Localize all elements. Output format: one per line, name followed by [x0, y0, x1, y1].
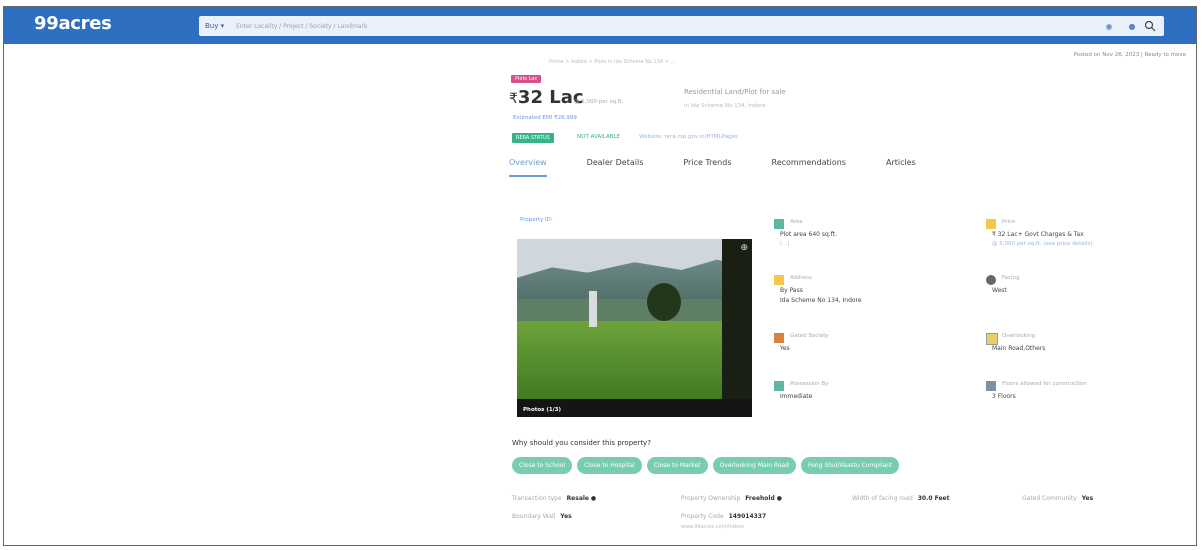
property-id: Property ID:: [520, 217, 553, 223]
info-icon[interactable]: ●: [777, 495, 782, 502]
floors-icon: [986, 381, 996, 391]
property-photo[interactable]: ⊕ Photos (1/3): [517, 239, 752, 417]
tab-articles[interactable]: Articles: [886, 155, 916, 177]
rera-not-available: NOT AVAILABLE: [577, 134, 621, 140]
breadcrumb[interactable]: Home > Indore > Plots in Ida Scheme No 1…: [549, 59, 675, 65]
site-logo[interactable]: 99acres: [34, 13, 112, 34]
buy-dropdown[interactable]: Buy ▾: [205, 22, 224, 30]
pill-close-to-hospital[interactable]: Close to Hospital: [577, 457, 642, 474]
zoom-icon[interactable]: ⊕: [740, 243, 748, 253]
fact-label: Area: [790, 219, 803, 225]
estimated-emi[interactable]: Estimated EMI ₹26,999: [513, 115, 577, 121]
pill-close-to-market[interactable]: Close to Market: [646, 457, 708, 474]
rupee-icon: ₹: [509, 91, 518, 107]
area-icon: [774, 219, 784, 229]
fact-value: 3 Floors: [992, 393, 1016, 400]
property-type: Residential Land/Plot for sale: [684, 88, 786, 96]
photo-count[interactable]: Photos (1/3): [523, 407, 561, 413]
fact-label: Address: [790, 275, 812, 281]
tab-recommendations[interactable]: Recommendations: [772, 155, 846, 177]
info-icon[interactable]: ●: [591, 495, 596, 502]
fact-label: Possession By: [790, 381, 829, 387]
fact-value: Yes: [780, 345, 790, 352]
fact-more[interactable]: (...): [780, 241, 790, 247]
property-ownership: Property Ownership Freehold ●: [681, 495, 782, 502]
rera-status-badge[interactable]: RERA STATUS: [512, 133, 554, 143]
posted-date: Posted on Nov 26, 2023 | Ready to move: [1073, 52, 1186, 58]
tab-bar: Overview Dealer Details Price Trends Rec…: [509, 155, 956, 177]
fact-value: West: [992, 287, 1007, 294]
listing-badge: Plots Lac: [511, 75, 542, 83]
compass-icon: [986, 275, 996, 285]
search-input[interactable]: [234, 21, 1039, 31]
pill-close-to-school[interactable]: Close to School: [512, 457, 573, 474]
consider-title: Why should you consider this property?: [512, 439, 651, 447]
fact-value-secondary: Ida Scheme No 134, Indore: [780, 297, 862, 304]
fact-label: Gated Society: [790, 333, 829, 339]
fact-label: Price: [1002, 219, 1016, 225]
fact-value: Main Road,Others: [992, 345, 1046, 352]
property-location: in Ida Scheme No 134, Indore: [684, 103, 766, 109]
price-icon: [986, 219, 996, 229]
feature-pills: Close to School Close to Hospital Close …: [512, 457, 904, 474]
gate-icon: [774, 333, 784, 343]
tab-overview[interactable]: Overview: [509, 155, 547, 177]
fact-label: Overlooking: [1002, 333, 1036, 339]
tab-dealer-details[interactable]: Dealer Details: [587, 155, 644, 177]
address-icon: [774, 275, 784, 285]
search-icon[interactable]: [1143, 19, 1157, 33]
overlooking-icon: [986, 333, 998, 345]
fact-value: Plot area 640 sq.ft.: [780, 231, 837, 238]
property-code-url[interactable]: www.99acres.com/Indore: [681, 524, 744, 530]
property-code: Property Code 149014337: [681, 513, 767, 520]
search-bar: Buy ▾ ◉ ●: [199, 16, 1164, 36]
top-navbar: 99acres Buy ▾ ◉ ●: [4, 7, 1196, 44]
pill-vaastu-compliant[interactable]: Feng Shui/Vaastu Compliant: [800, 457, 900, 474]
tab-price-trends[interactable]: Price Trends: [683, 155, 731, 177]
rera-link[interactable]: Website: rera.mp.gov.in/HTMLPages: [639, 134, 738, 140]
fact-label: Facing: [1002, 275, 1020, 281]
price-details-link[interactable]: @ 5,000 per sq.ft. (see price details): [992, 241, 1093, 247]
facing-road-width: Width of facing road 30.0 Feet: [852, 495, 950, 502]
possession-icon: [774, 381, 784, 391]
fact-label: Floors allowed for construction: [1002, 381, 1087, 387]
fact-value: ₹ 32 Lac+ Govt Charges & Tax: [992, 231, 1084, 238]
browser-frame: 99acres Buy ▾ ◉ ● Posted on Nov 26, 2023…: [3, 6, 1197, 546]
price: ₹32 Lac: [509, 87, 584, 108]
fact-value: By Pass: [780, 287, 803, 294]
fact-value: Immediate: [780, 393, 813, 400]
gated-community: Gated Community Yes: [1022, 495, 1094, 502]
price-per-sqft: @ 5,000 per sq.ft.: [574, 99, 624, 105]
pill-overlooking-main-road[interactable]: Overlooking Main Road: [712, 457, 796, 474]
boundary-wall: Boundary Wall Yes: [512, 513, 572, 520]
transaction-type: Transaction type Resale ●: [512, 495, 597, 502]
microphone-icon[interactable]: ●: [1125, 19, 1139, 33]
location-icon[interactable]: ◉: [1102, 19, 1116, 33]
